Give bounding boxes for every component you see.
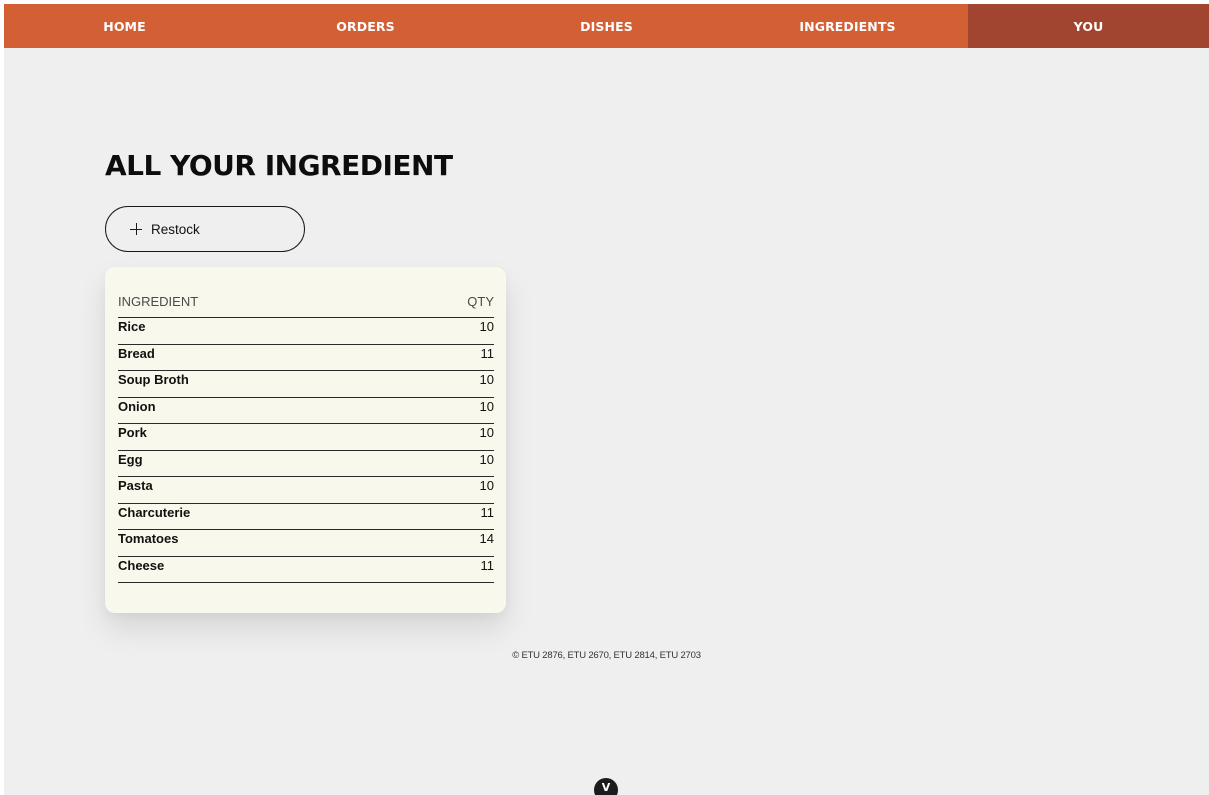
ingredient-qty: 11 [480, 504, 495, 520]
plus-icon [130, 223, 142, 235]
ingredient-qty: 14 [479, 531, 494, 546]
ingredient-qty: 10 [479, 478, 494, 493]
table-row: Tomatoes 14 [118, 530, 494, 557]
ingredient-name: Soup Broth [118, 372, 189, 387]
restock-label: Restock [151, 221, 200, 237]
nav-orders[interactable]: ORDERS [245, 4, 486, 48]
footer-credits: © ETU 2876, ETU 2670, ETU 2814, ETU 2703 [512, 650, 701, 661]
ingredient-name: Pork [118, 425, 147, 440]
ingredient-name: Pasta [118, 478, 153, 493]
ingredient-name: Bread [118, 345, 155, 361]
nav-home[interactable]: HOME [4, 4, 245, 48]
ingredient-qty: 10 [479, 372, 494, 387]
ingredient-qty: 10 [479, 451, 494, 467]
table-row: Cheese 11 [118, 557, 495, 583]
column-header-ingredient: INGREDIENT [118, 294, 199, 309]
table-row: Onion 10 [118, 398, 494, 424]
ingredient-name: Rice [118, 319, 146, 334]
table-row: Pork 10 [118, 424, 494, 451]
ingredient-qty: 11 [480, 345, 495, 361]
ingredient-qty: 11 [480, 557, 495, 573]
table-row: Rice 10 [118, 318, 494, 345]
ingredients-table-card: INGREDIENT QTY Rice 10 Bread 11 Soup Broth 10… [105, 267, 506, 613]
ingredient-name: Onion [118, 398, 156, 414]
table-header: INGREDIENT QTY [118, 291, 494, 318]
ingredients-list: Rice 10 Bread 11 Soup Broth 10 Onion 10 Pork 10 Eg… [118, 318, 494, 583]
ingredient-name: Egg [118, 451, 143, 467]
restock-button[interactable]: Restock [105, 206, 305, 252]
table-row: Pasta 10 [118, 477, 494, 504]
column-header-qty: QTY [467, 294, 494, 309]
nav-dishes[interactable]: DISHES [486, 4, 727, 48]
ingredient-name: Tomatoes [118, 531, 179, 546]
nav-ingredients[interactable]: INGREDIENTS [727, 4, 968, 48]
ingredient-qty: 10 [479, 319, 494, 334]
page-title: ALL YOUR INGREDIENT [105, 149, 453, 182]
ingredient-name: Cheese [118, 557, 165, 573]
nav-you[interactable]: YOU [968, 4, 1209, 48]
app-viewport: HOME ORDERS DISHES INGREDIENTS YOU ALL Y… [4, 4, 1209, 795]
table-row: Egg 10 [118, 451, 494, 477]
ingredient-qty: 10 [479, 425, 494, 440]
ingredient-qty: 10 [479, 398, 494, 414]
ingredient-name: Charcuterie [118, 504, 191, 520]
table-row: Charcuterie 11 [118, 504, 495, 530]
table-row: Bread 11 [118, 345, 495, 371]
chevron-down-icon: V [601, 781, 611, 794]
scroll-down-button[interactable]: V [594, 778, 618, 795]
top-navbar: HOME ORDERS DISHES INGREDIENTS YOU [4, 4, 1209, 48]
table-row: Soup Broth 10 [118, 371, 494, 398]
